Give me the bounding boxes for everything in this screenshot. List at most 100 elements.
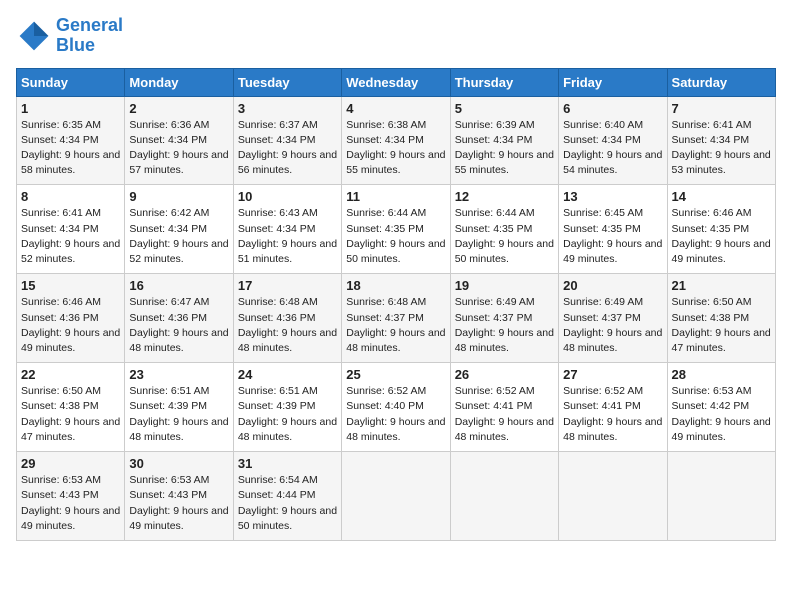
calendar-cell bbox=[667, 452, 775, 541]
day-info: Sunrise: 6:53 AM Sunset: 4:43 PM Dayligh… bbox=[129, 473, 228, 534]
calendar-cell: 22 Sunrise: 6:50 AM Sunset: 4:38 PM Dayl… bbox=[17, 363, 125, 452]
column-header-tuesday: Tuesday bbox=[233, 68, 341, 96]
calendar-header-row: SundayMondayTuesdayWednesdayThursdayFrid… bbox=[17, 68, 776, 96]
day-info: Sunrise: 6:41 AM Sunset: 4:34 PM Dayligh… bbox=[21, 206, 120, 267]
calendar-cell: 3 Sunrise: 6:37 AM Sunset: 4:34 PM Dayli… bbox=[233, 96, 341, 185]
day-info: Sunrise: 6:51 AM Sunset: 4:39 PM Dayligh… bbox=[129, 384, 228, 445]
calendar-week-row: 1 Sunrise: 6:35 AM Sunset: 4:34 PM Dayli… bbox=[17, 96, 776, 185]
calendar-cell bbox=[342, 452, 450, 541]
day-info: Sunrise: 6:52 AM Sunset: 4:41 PM Dayligh… bbox=[455, 384, 554, 445]
day-info: Sunrise: 6:41 AM Sunset: 4:34 PM Dayligh… bbox=[672, 118, 771, 179]
calendar-week-row: 22 Sunrise: 6:50 AM Sunset: 4:38 PM Dayl… bbox=[17, 363, 776, 452]
day-info: Sunrise: 6:51 AM Sunset: 4:39 PM Dayligh… bbox=[238, 384, 337, 445]
day-number: 16 bbox=[129, 278, 228, 293]
day-number: 10 bbox=[238, 189, 337, 204]
calendar-cell: 17 Sunrise: 6:48 AM Sunset: 4:36 PM Dayl… bbox=[233, 274, 341, 363]
calendar-cell: 9 Sunrise: 6:42 AM Sunset: 4:34 PM Dayli… bbox=[125, 185, 233, 274]
column-header-saturday: Saturday bbox=[667, 68, 775, 96]
column-header-sunday: Sunday bbox=[17, 68, 125, 96]
calendar-cell: 16 Sunrise: 6:47 AM Sunset: 4:36 PM Dayl… bbox=[125, 274, 233, 363]
calendar-cell: 20 Sunrise: 6:49 AM Sunset: 4:37 PM Dayl… bbox=[559, 274, 667, 363]
calendar-cell: 8 Sunrise: 6:41 AM Sunset: 4:34 PM Dayli… bbox=[17, 185, 125, 274]
day-number: 6 bbox=[563, 101, 662, 116]
day-number: 9 bbox=[129, 189, 228, 204]
day-info: Sunrise: 6:52 AM Sunset: 4:40 PM Dayligh… bbox=[346, 384, 445, 445]
day-number: 5 bbox=[455, 101, 554, 116]
calendar-cell: 7 Sunrise: 6:41 AM Sunset: 4:34 PM Dayli… bbox=[667, 96, 775, 185]
calendar-table: SundayMondayTuesdayWednesdayThursdayFrid… bbox=[16, 68, 776, 541]
day-number: 22 bbox=[21, 367, 120, 382]
calendar-cell: 28 Sunrise: 6:53 AM Sunset: 4:42 PM Dayl… bbox=[667, 363, 775, 452]
day-number: 13 bbox=[563, 189, 662, 204]
day-number: 17 bbox=[238, 278, 337, 293]
calendar-cell: 27 Sunrise: 6:52 AM Sunset: 4:41 PM Dayl… bbox=[559, 363, 667, 452]
calendar-cell: 25 Sunrise: 6:52 AM Sunset: 4:40 PM Dayl… bbox=[342, 363, 450, 452]
day-info: Sunrise: 6:35 AM Sunset: 4:34 PM Dayligh… bbox=[21, 118, 120, 179]
calendar-cell: 10 Sunrise: 6:43 AM Sunset: 4:34 PM Dayl… bbox=[233, 185, 341, 274]
day-number: 24 bbox=[238, 367, 337, 382]
day-number: 25 bbox=[346, 367, 445, 382]
calendar-cell: 2 Sunrise: 6:36 AM Sunset: 4:34 PM Dayli… bbox=[125, 96, 233, 185]
calendar-week-row: 15 Sunrise: 6:46 AM Sunset: 4:36 PM Dayl… bbox=[17, 274, 776, 363]
day-number: 20 bbox=[563, 278, 662, 293]
calendar-cell: 23 Sunrise: 6:51 AM Sunset: 4:39 PM Dayl… bbox=[125, 363, 233, 452]
calendar-cell: 24 Sunrise: 6:51 AM Sunset: 4:39 PM Dayl… bbox=[233, 363, 341, 452]
calendar-cell: 13 Sunrise: 6:45 AM Sunset: 4:35 PM Dayl… bbox=[559, 185, 667, 274]
day-number: 29 bbox=[21, 456, 120, 471]
calendar-cell: 6 Sunrise: 6:40 AM Sunset: 4:34 PM Dayli… bbox=[559, 96, 667, 185]
logo-text: General Blue bbox=[56, 16, 123, 56]
calendar-cell bbox=[450, 452, 558, 541]
logo-icon bbox=[16, 18, 52, 54]
day-info: Sunrise: 6:50 AM Sunset: 4:38 PM Dayligh… bbox=[672, 295, 771, 356]
column-header-thursday: Thursday bbox=[450, 68, 558, 96]
day-info: Sunrise: 6:49 AM Sunset: 4:37 PM Dayligh… bbox=[455, 295, 554, 356]
day-info: Sunrise: 6:38 AM Sunset: 4:34 PM Dayligh… bbox=[346, 118, 445, 179]
day-info: Sunrise: 6:37 AM Sunset: 4:34 PM Dayligh… bbox=[238, 118, 337, 179]
day-info: Sunrise: 6:43 AM Sunset: 4:34 PM Dayligh… bbox=[238, 206, 337, 267]
calendar-cell: 29 Sunrise: 6:53 AM Sunset: 4:43 PM Dayl… bbox=[17, 452, 125, 541]
day-info: Sunrise: 6:46 AM Sunset: 4:35 PM Dayligh… bbox=[672, 206, 771, 267]
day-info: Sunrise: 6:42 AM Sunset: 4:34 PM Dayligh… bbox=[129, 206, 228, 267]
column-header-friday: Friday bbox=[559, 68, 667, 96]
calendar-cell: 5 Sunrise: 6:39 AM Sunset: 4:34 PM Dayli… bbox=[450, 96, 558, 185]
day-info: Sunrise: 6:53 AM Sunset: 4:43 PM Dayligh… bbox=[21, 473, 120, 534]
day-number: 27 bbox=[563, 367, 662, 382]
calendar-week-row: 8 Sunrise: 6:41 AM Sunset: 4:34 PM Dayli… bbox=[17, 185, 776, 274]
day-info: Sunrise: 6:49 AM Sunset: 4:37 PM Dayligh… bbox=[563, 295, 662, 356]
day-number: 3 bbox=[238, 101, 337, 116]
day-number: 15 bbox=[21, 278, 120, 293]
column-header-monday: Monday bbox=[125, 68, 233, 96]
calendar-cell: 21 Sunrise: 6:50 AM Sunset: 4:38 PM Dayl… bbox=[667, 274, 775, 363]
day-number: 2 bbox=[129, 101, 228, 116]
column-header-wednesday: Wednesday bbox=[342, 68, 450, 96]
calendar-cell: 19 Sunrise: 6:49 AM Sunset: 4:37 PM Dayl… bbox=[450, 274, 558, 363]
day-info: Sunrise: 6:44 AM Sunset: 4:35 PM Dayligh… bbox=[455, 206, 554, 267]
day-info: Sunrise: 6:40 AM Sunset: 4:34 PM Dayligh… bbox=[563, 118, 662, 179]
day-number: 4 bbox=[346, 101, 445, 116]
day-info: Sunrise: 6:45 AM Sunset: 4:35 PM Dayligh… bbox=[563, 206, 662, 267]
calendar-cell: 14 Sunrise: 6:46 AM Sunset: 4:35 PM Dayl… bbox=[667, 185, 775, 274]
day-number: 21 bbox=[672, 278, 771, 293]
calendar-week-row: 29 Sunrise: 6:53 AM Sunset: 4:43 PM Dayl… bbox=[17, 452, 776, 541]
calendar-cell: 12 Sunrise: 6:44 AM Sunset: 4:35 PM Dayl… bbox=[450, 185, 558, 274]
day-info: Sunrise: 6:52 AM Sunset: 4:41 PM Dayligh… bbox=[563, 384, 662, 445]
day-info: Sunrise: 6:44 AM Sunset: 4:35 PM Dayligh… bbox=[346, 206, 445, 267]
day-info: Sunrise: 6:48 AM Sunset: 4:37 PM Dayligh… bbox=[346, 295, 445, 356]
day-info: Sunrise: 6:53 AM Sunset: 4:42 PM Dayligh… bbox=[672, 384, 771, 445]
calendar-cell: 4 Sunrise: 6:38 AM Sunset: 4:34 PM Dayli… bbox=[342, 96, 450, 185]
day-info: Sunrise: 6:39 AM Sunset: 4:34 PM Dayligh… bbox=[455, 118, 554, 179]
calendar-cell bbox=[559, 452, 667, 541]
day-number: 12 bbox=[455, 189, 554, 204]
day-info: Sunrise: 6:36 AM Sunset: 4:34 PM Dayligh… bbox=[129, 118, 228, 179]
day-info: Sunrise: 6:48 AM Sunset: 4:36 PM Dayligh… bbox=[238, 295, 337, 356]
day-number: 8 bbox=[21, 189, 120, 204]
day-number: 19 bbox=[455, 278, 554, 293]
day-info: Sunrise: 6:54 AM Sunset: 4:44 PM Dayligh… bbox=[238, 473, 337, 534]
day-info: Sunrise: 6:47 AM Sunset: 4:36 PM Dayligh… bbox=[129, 295, 228, 356]
calendar-cell: 1 Sunrise: 6:35 AM Sunset: 4:34 PM Dayli… bbox=[17, 96, 125, 185]
day-number: 23 bbox=[129, 367, 228, 382]
calendar-cell: 11 Sunrise: 6:44 AM Sunset: 4:35 PM Dayl… bbox=[342, 185, 450, 274]
day-number: 31 bbox=[238, 456, 337, 471]
day-info: Sunrise: 6:46 AM Sunset: 4:36 PM Dayligh… bbox=[21, 295, 120, 356]
day-number: 26 bbox=[455, 367, 554, 382]
